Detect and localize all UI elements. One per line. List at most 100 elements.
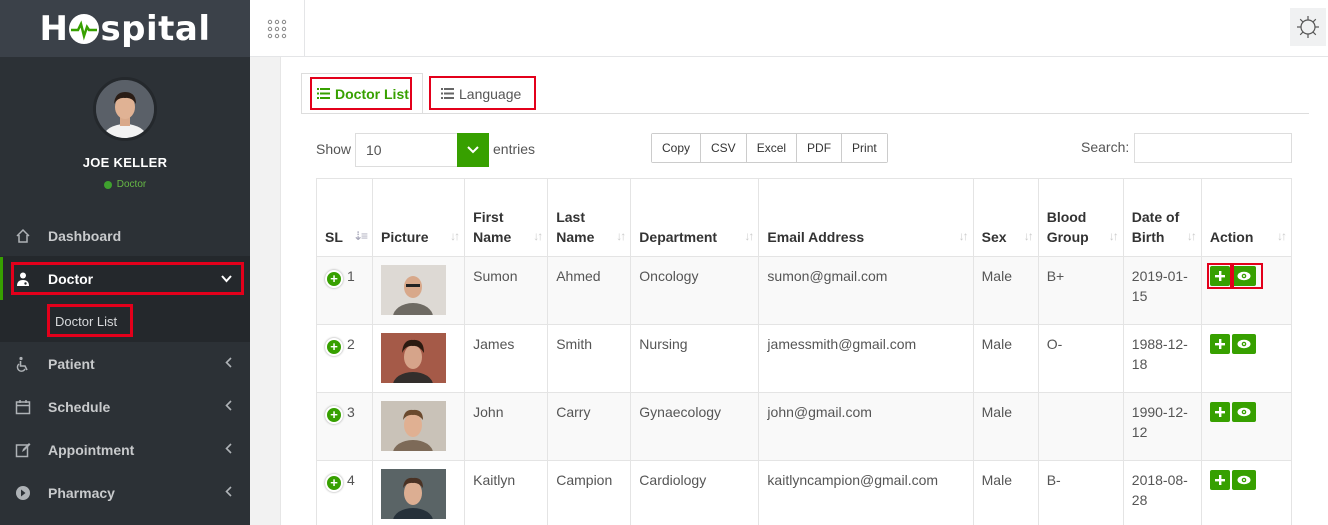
logo[interactable]: H spital (0, 0, 250, 57)
col-sl[interactable]: SL ⇣≡ (315, 178, 374, 257)
expand-row-icon[interactable]: + (325, 270, 343, 288)
col-picture[interactable]: Picture ↓↑ (372, 178, 466, 257)
chevron-left-icon (225, 442, 232, 457)
csv-button[interactable]: CSV (701, 134, 747, 162)
sidebar-item-patient[interactable]: Patient (0, 342, 250, 385)
copy-button[interactable]: Copy (652, 134, 702, 162)
cell-blood-group: B+ (1037, 256, 1124, 325)
apps-grid-button[interactable] (250, 0, 305, 57)
sidebar-item-label: Schedule (48, 398, 111, 415)
cell-blood-group: B- (1037, 460, 1124, 525)
cell-text: 1 (347, 268, 355, 284)
header-label: Date of Birth (1131, 209, 1180, 245)
cell-sex: Male (972, 256, 1039, 325)
logo-text: H spital (39, 8, 211, 49)
header-label: Sex (981, 229, 1007, 245)
avatar[interactable] (93, 77, 157, 141)
user-md-icon (15, 271, 35, 287)
main-content: Doctor List Language Show 10 entries Cop… (280, 57, 1328, 525)
highlight-box (11, 262, 244, 295)
settings-button[interactable] (1290, 8, 1326, 46)
cell-department: Cardiology (630, 460, 760, 525)
expand-row-icon[interactable]: + (325, 406, 343, 424)
header-label: Blood Group (1046, 209, 1089, 245)
page-size-select[interactable]: 10 (355, 133, 489, 167)
sort-icon: ↓↑ (744, 229, 754, 243)
cell-text: 4 (347, 472, 355, 488)
sidebar-item-dashboard[interactable]: Dashboard (0, 214, 250, 257)
col-last-name[interactable]: Last Name ↓↑ (547, 178, 632, 257)
col-email[interactable]: Email Address ↓↑ (758, 178, 974, 257)
chevron-left-icon (225, 485, 232, 500)
pdf-button[interactable]: PDF (797, 134, 843, 162)
add-button[interactable] (1209, 470, 1230, 490)
add-button[interactable] (1209, 402, 1230, 422)
sort-icon: ↓↑ (1186, 229, 1197, 243)
cell-first-name: James (464, 324, 549, 393)
sidebar-item-label: Pharmacy (48, 484, 115, 501)
view-button[interactable] (1231, 402, 1256, 422)
add-button[interactable] (1209, 334, 1230, 354)
header-label: Department (639, 229, 718, 245)
cell-picture (372, 324, 466, 393)
tab-doctor-list[interactable]: Doctor List (301, 73, 423, 114)
header-label: Picture (381, 229, 429, 245)
search-input[interactable] (1134, 133, 1292, 163)
cell-dob: 2018-08-28 (1122, 460, 1202, 525)
table-row: +4 Kaitlyn Campion Cardiology kaitlyncam… (315, 460, 1293, 525)
cell-email: jamessmith@gmail.com (758, 324, 974, 393)
expand-row-icon[interactable]: + (325, 474, 343, 492)
sort-icon: ↓↑ (1023, 229, 1034, 243)
edit-icon (15, 442, 35, 458)
search-label: Search: (1081, 139, 1130, 155)
action-group (1206, 263, 1263, 289)
cell-last-name: Campion (547, 460, 632, 525)
user-name: JOE KELLER (82, 155, 168, 170)
print-button[interactable]: Print (842, 134, 887, 162)
plus-icon (1214, 407, 1225, 417)
cell-dob: 2019-01-15 (1122, 256, 1202, 325)
sort-icon: ↓↑ (533, 229, 543, 243)
cell-text: 2 (347, 336, 355, 352)
gear-icon (1297, 16, 1319, 38)
cell-action (1200, 392, 1293, 461)
sidebar-item-label: Appointment (48, 441, 135, 458)
cell-last-name: Carry (547, 392, 632, 461)
highlight-box (310, 77, 412, 110)
calendar-icon (15, 399, 35, 415)
cell-first-name: Kaitlyn (464, 460, 549, 525)
sidebar-item-doctor[interactable]: Doctor (0, 257, 250, 300)
cell-email: sumon@gmail.com (758, 256, 974, 325)
chevron-left-icon (225, 399, 232, 414)
chevron-left-icon (225, 356, 232, 371)
col-dob[interactable]: Date of Birth ↓↑ (1122, 178, 1202, 257)
table-row: +2 James Smith Nursing jamessmith@gmail.… (315, 324, 1293, 393)
entries-label: entries (493, 141, 536, 157)
col-department[interactable]: Department ↓↑ (630, 178, 760, 257)
cell-dob: 1988-12-18 (1122, 324, 1202, 393)
sidebar-item-appointment[interactable]: Appointment (0, 428, 250, 471)
plus-icon (1214, 475, 1225, 485)
col-blood-group[interactable]: Blood Group ↓↑ (1037, 178, 1124, 257)
cell-first-name: John (464, 392, 549, 461)
cell-last-name: Smith (547, 324, 632, 393)
heartbeat-icon (69, 13, 100, 44)
wheelchair-icon (15, 356, 35, 372)
excel-button[interactable]: Excel (746, 134, 798, 162)
sort-icon: ↓↑ (450, 229, 460, 243)
page-size-value: 10 (366, 142, 382, 158)
col-action[interactable]: Action ↓↑ (1200, 178, 1293, 257)
header-label: Email Address (767, 229, 865, 245)
cell-picture (372, 256, 466, 325)
col-sex[interactable]: Sex ↓↑ (972, 178, 1039, 257)
tab-language[interactable]: Language (429, 73, 536, 114)
view-button[interactable] (1231, 470, 1256, 490)
view-button[interactable] (1231, 334, 1256, 354)
cell-sl: +2 (315, 324, 374, 393)
sidebar-menu: Dashboard Doctor Doctor List Patient Sch… (0, 214, 250, 514)
sort-icon: ↓↑ (1108, 229, 1119, 243)
sidebar-item-pharmacy[interactable]: Pharmacy (0, 471, 250, 514)
sidebar-item-schedule[interactable]: Schedule (0, 385, 250, 428)
col-first-name[interactable]: First Name ↓↑ (464, 178, 549, 257)
expand-row-icon[interactable]: + (325, 338, 343, 356)
